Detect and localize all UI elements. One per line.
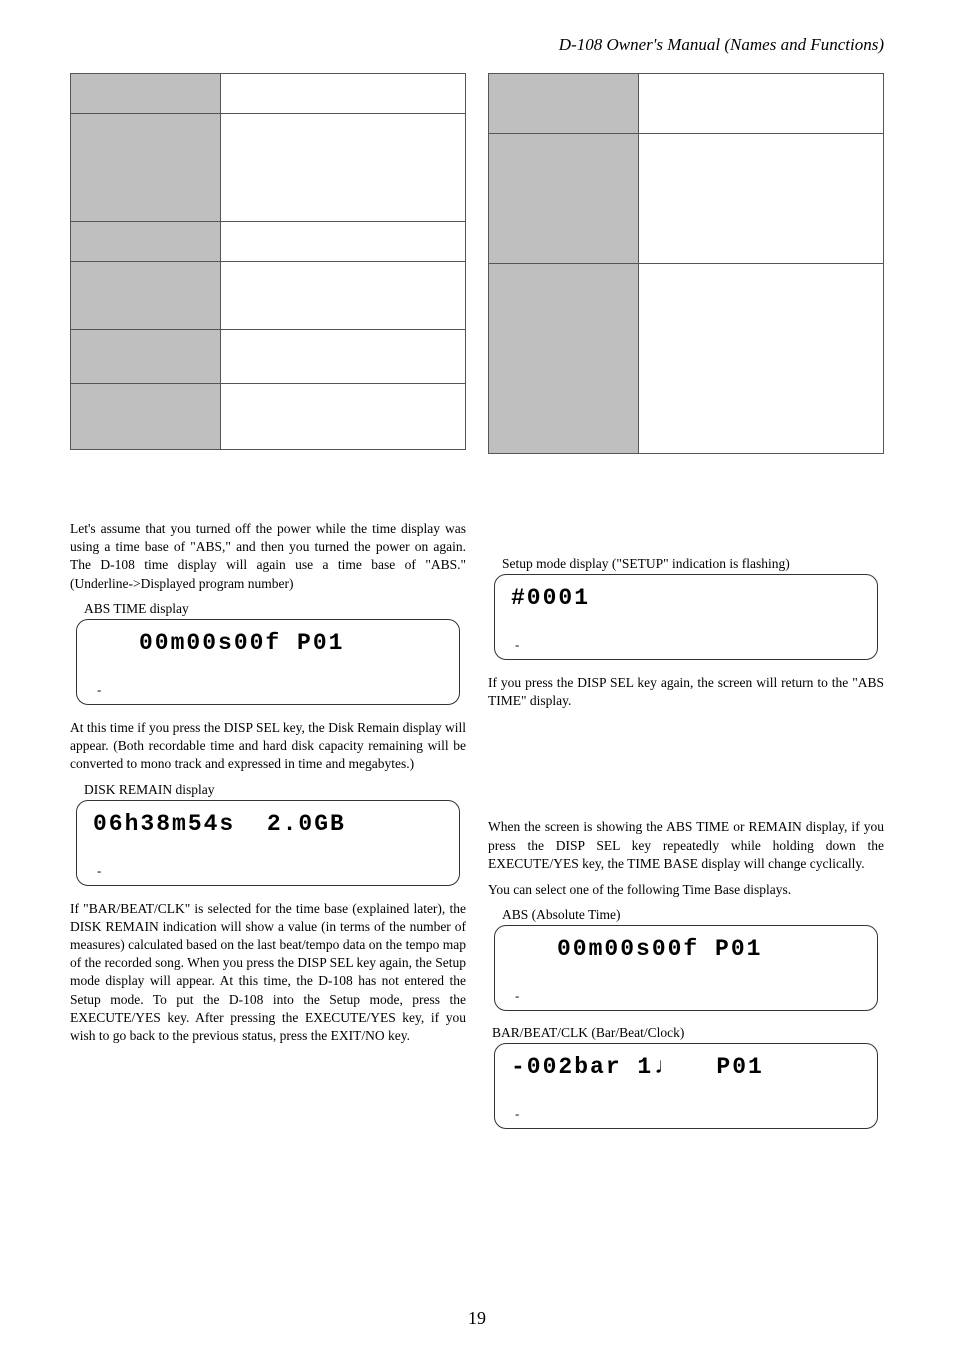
table-cell [221, 262, 466, 330]
table-cell-label [71, 222, 221, 262]
table-cell [639, 134, 884, 264]
table-cell [639, 264, 884, 454]
table-cell-label [71, 114, 221, 222]
lcd-tick: - [97, 863, 101, 879]
table-cell-label [71, 74, 221, 114]
body-paragraph: Let's assume that you turned off the pow… [70, 520, 466, 593]
table-cell-label [71, 262, 221, 330]
body-paragraph: If you press the DISP SEL key again, the… [488, 674, 884, 710]
body-paragraph: You can select one of the following Time… [488, 881, 884, 899]
lcd-caption: Setup mode display ("SETUP" indication i… [502, 556, 884, 572]
lcd-text: 06h38m54s 2.0GB [93, 811, 443, 837]
left-table [70, 73, 466, 450]
body-paragraph: When the screen is showing the ABS TIME … [488, 818, 884, 873]
table-cell [639, 74, 884, 134]
lcd-caption: BAR/BEAT/CLK (Bar/Beat/Clock) [492, 1025, 884, 1041]
lcd-caption: ABS (Absolute Time) [502, 907, 884, 923]
table-cell [221, 222, 466, 262]
table-cell-label [489, 134, 639, 264]
table-cell [221, 74, 466, 114]
lcd-caption: ABS TIME display [84, 601, 466, 617]
table-cell-label [71, 384, 221, 450]
lcd-display-bar-beat: -002bar 1♩ P01 - [494, 1043, 878, 1129]
body-paragraph: If "BAR/BEAT/CLK" is selected for the ti… [70, 900, 466, 1046]
lcd-caption: DISK REMAIN display [84, 782, 466, 798]
table-cell-label [489, 74, 639, 134]
page-number: 19 [0, 1308, 954, 1329]
lcd-tick: - [515, 1106, 519, 1122]
lcd-display-setup: #0001 - [494, 574, 878, 660]
lcd-text: 00m00s00f P01 [511, 936, 861, 962]
lcd-tick: - [515, 988, 519, 1004]
right-table [488, 73, 884, 454]
lcd-text: 00m00s00f P01 [93, 630, 443, 656]
table-cell [221, 384, 466, 450]
header-title: D-108 Owner's Manual (Names and Function… [70, 35, 884, 55]
table-cell-label [71, 330, 221, 384]
body-paragraph: At this time if you press the DISP SEL k… [70, 719, 466, 774]
left-column: Let's assume that you turned off the pow… [70, 73, 466, 1143]
lcd-tick: - [97, 682, 101, 698]
table-cell [221, 114, 466, 222]
table-cell [221, 330, 466, 384]
lcd-tick: - [515, 637, 519, 653]
lcd-text: #0001 [511, 585, 861, 611]
lcd-display-abs-time: 00m00s00f P01 - [76, 619, 460, 705]
table-cell-label [489, 264, 639, 454]
right-column: Setup mode display ("SETUP" indication i… [488, 73, 884, 1143]
lcd-display-disk-remain: 06h38m54s 2.0GB - [76, 800, 460, 886]
lcd-display-abs: 00m00s00f P01 - [494, 925, 878, 1011]
lcd-text: -002bar 1♩ P01 [511, 1054, 861, 1080]
